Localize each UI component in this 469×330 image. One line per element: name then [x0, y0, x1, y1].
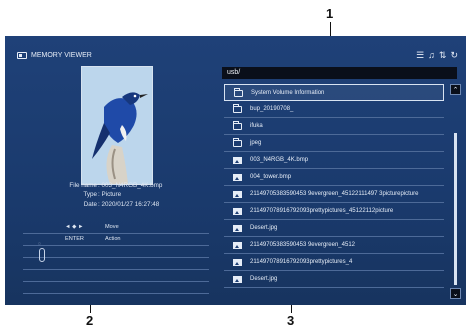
file-item-label: 21149705383590453 9evergreen_4512: [250, 242, 355, 248]
key-guide-key: ◄ ◆ ►: [65, 224, 84, 230]
key-guide-row: ◄ ◆ ► Move: [23, 222, 209, 234]
file-item[interactable]: 21149705383590453 9evergreen_45122111497…: [224, 186, 444, 203]
current-path: usb/: [222, 67, 457, 79]
file-item[interactable]: 211497078916792093prettypictures_4: [224, 254, 444, 271]
file-item-label: ifuka: [250, 123, 263, 129]
image-icon: [233, 174, 242, 181]
file-item[interactable]: 003_N4RGB_4K.bmp: [224, 152, 444, 169]
file-name-key: File name: [69, 182, 97, 189]
file-info: File name : 003_N4RGB_4K.bmp Type : Pict…: [45, 181, 162, 209]
file-item-label: bup_20190708_: [250, 106, 294, 112]
repeat-icon[interactable]: ↻: [450, 50, 458, 60]
image-icon: [233, 208, 242, 215]
file-item[interactable]: 211497078916792093prettypictures_4512211…: [224, 203, 444, 220]
file-item-label: jpeg: [250, 140, 262, 146]
image-icon: [233, 242, 242, 249]
type-key: Type: [83, 191, 97, 199]
file-item[interactable]: 004_tower.bmp: [224, 169, 444, 186]
file-item-label: 211497078916792093prettypictures_4512211…: [250, 208, 394, 214]
file-item-label: 003_N4RGB_4K.bmp: [250, 157, 309, 163]
file-item[interactable]: Desert.jpg: [224, 220, 444, 237]
key-guide-action: Action: [105, 236, 121, 242]
key-guide-row: [23, 258, 209, 270]
folder-item[interactable]: ifuka: [224, 118, 444, 135]
type-value: : Picture: [98, 191, 122, 199]
top-toolbar: ☰ ♫ ⇅ ↻: [416, 50, 458, 60]
key-guide-row: [23, 246, 209, 258]
folder-item[interactable]: System Volume Information: [224, 84, 444, 101]
file-list: System Volume Information bup_20190708_if…: [224, 84, 444, 288]
key-guide-action: Move: [105, 224, 119, 230]
date-key: Date: [83, 200, 97, 208]
sort-list-icon[interactable]: ☰: [416, 50, 424, 60]
file-item-label: 211497078916792093prettypictures_4: [250, 259, 353, 265]
key-guide-row: ENTER Action: [23, 234, 209, 246]
image-icon: [233, 157, 242, 164]
viewer-title-label: MEMORY VIEWER: [31, 52, 92, 59]
callout-1: 1: [326, 6, 334, 21]
file-info-row: Date : 2020/01/27 16:27:48: [45, 200, 162, 209]
sort-az-icon[interactable]: ⇅: [439, 50, 447, 60]
file-name-value: : 003_N4RGB_4K.bmp: [98, 182, 163, 189]
bird-image: [82, 67, 152, 184]
folder-icon: [234, 88, 243, 97]
image-icon: [233, 191, 242, 198]
scrollbar[interactable]: [454, 133, 457, 285]
file-item-label: 004_tower.bmp: [250, 174, 292, 180]
file-item[interactable]: 21149705383590453 9evergreen_4512: [224, 237, 444, 254]
folder-icon: [233, 104, 242, 113]
folder-item[interactable]: jpeg: [224, 135, 444, 152]
date-value: : 2020/01/27 16:27:48: [98, 200, 160, 208]
folder-icon: [233, 138, 242, 147]
file-item[interactable]: Desert.jpg: [224, 271, 444, 288]
file-item-label: 21149705383590453 9evergreen_45122111497…: [250, 191, 419, 197]
file-item-label: Desert.jpg: [250, 225, 278, 231]
file-info-row: File name : 003_N4RGB_4K.bmp: [45, 181, 162, 190]
image-icon: [233, 225, 242, 232]
file-info-row: Type : Picture: [45, 190, 162, 199]
key-guide-row: [23, 270, 209, 282]
callout-2: 2: [86, 313, 94, 328]
remote-signal-icon: ◌: [38, 241, 41, 247]
music-icon[interactable]: ♫: [428, 50, 435, 60]
image-icon: [233, 259, 242, 266]
image-icon: [233, 276, 242, 283]
file-item-label: Desert.jpg: [250, 276, 278, 282]
memory-viewer-screen: MEMORY VIEWER ☰ ♫ ⇅ ↻ File name : 003_N4…: [5, 36, 466, 305]
memory-card-icon: [17, 52, 27, 59]
scroll-down-button[interactable]: ⌄: [450, 288, 461, 299]
viewer-title: MEMORY VIEWER: [17, 52, 92, 59]
preview-thumbnail: [81, 66, 153, 185]
remote-control-icon: [39, 248, 45, 262]
key-guide: ◄ ◆ ► Move ENTER Action: [23, 222, 209, 294]
file-item-label: System Volume Information: [251, 90, 325, 96]
folder-item[interactable]: bup_20190708_: [224, 101, 444, 118]
folder-icon: [233, 121, 242, 130]
key-guide-key: ENTER: [65, 236, 84, 242]
scroll-up-button[interactable]: ⌃: [450, 84, 461, 95]
callout-3: 3: [287, 313, 295, 328]
key-guide-row: [23, 282, 209, 294]
